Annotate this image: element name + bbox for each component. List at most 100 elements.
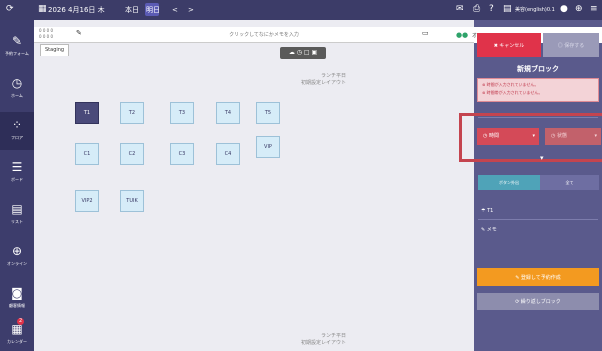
alert-line: ⊗ 時間が入力されていません。 bbox=[482, 81, 594, 89]
menu-icon[interactable]: ≡ bbox=[590, 4, 598, 15]
table-t5[interactable]: T5 bbox=[256, 102, 280, 124]
pencil-icon[interactable]: ✎ bbox=[76, 29, 82, 37]
table-t1[interactable]: T1 bbox=[75, 102, 99, 124]
cloud-icon[interactable]: ☁ bbox=[289, 49, 295, 56]
segment-button-out[interactable]: ボタン外出 bbox=[478, 175, 540, 190]
memo-bar: 0 0 0 0 0 0 0 0 ✎ ▭ bbox=[34, 27, 474, 43]
table-tuik[interactable]: TUIK bbox=[120, 190, 144, 212]
stats-line: 0 0 0 0 bbox=[39, 34, 53, 39]
calendar-icon[interactable]: ▦ bbox=[38, 4, 47, 15]
table-vip[interactable]: VIP bbox=[256, 136, 280, 158]
status-label: 状態 bbox=[556, 133, 567, 139]
calendar-icon: ▦ bbox=[11, 322, 23, 336]
globe-icon[interactable]: ⊕ bbox=[575, 4, 583, 15]
mail-icon[interactable]: ✉ bbox=[456, 4, 464, 15]
layout-note: ランチ平日 初期設定レイアウト bbox=[301, 333, 346, 347]
save-label: 保存する bbox=[564, 42, 585, 49]
top-bar: ⟳ ▦ 2026 4月16日 木 本日 明日 < > ✉ ⎙ ? ▤ 美容(en… bbox=[0, 0, 602, 20]
alert-line: ⊗ 時間帯が入力されていません。 bbox=[482, 89, 594, 97]
tab-staging[interactable]: Staging bbox=[40, 44, 70, 56]
table-t4[interactable]: T4 bbox=[216, 102, 240, 124]
table-row-label: T1 bbox=[487, 208, 494, 214]
sidebar-item-label: リスト bbox=[11, 219, 23, 224]
printer-icon[interactable]: ⎙ bbox=[473, 4, 480, 15]
alert-text: 時間が入力されていません。 bbox=[486, 82, 539, 87]
clock-icon[interactable]: ◷ bbox=[297, 49, 302, 56]
help-icon[interactable]: ? bbox=[489, 4, 494, 15]
edit-icon: ✎ bbox=[11, 34, 23, 48]
store-icon[interactable]: ▤ bbox=[503, 4, 512, 15]
prev-day-button[interactable]: < bbox=[172, 5, 178, 15]
layout-note: ランチ平日 初期設定レイアウト bbox=[301, 73, 346, 87]
repeat-block-button[interactable]: ⟳ 繰り返しブロック bbox=[477, 293, 599, 310]
memo-row[interactable]: ✎ メモ bbox=[481, 226, 497, 234]
layout-note-line: ランチ平日 bbox=[320, 73, 346, 79]
layout-tabs: Staging bbox=[34, 43, 474, 57]
divider bbox=[478, 219, 598, 220]
cancel-button[interactable]: ✖ キャンセル bbox=[477, 33, 541, 57]
panel-title: 新規ブロック bbox=[517, 65, 559, 73]
layout-note-line: 初期設定レイアウト bbox=[300, 340, 346, 346]
current-date[interactable]: 2026 4月16日 木 bbox=[48, 5, 105, 15]
table-vip2[interactable]: VIP2 bbox=[75, 190, 99, 212]
sidebar-item-label: ボード bbox=[11, 177, 23, 182]
sidebar-item-home[interactable]: ◷ ホーム bbox=[0, 70, 34, 108]
sidebar-item-calendar[interactable]: ▦ 2 カレンダー bbox=[0, 316, 34, 351]
sidebar-item-board[interactable]: ☰ ボード bbox=[0, 154, 34, 192]
globe-icon: ⊕ bbox=[11, 244, 23, 258]
sidebar-item-label: カレンダー bbox=[7, 339, 27, 344]
cancel-label: キャンセル bbox=[499, 42, 525, 49]
time-select[interactable]: ◷ 時間 ▾ bbox=[477, 128, 539, 145]
table-row[interactable]: ☂ T1 bbox=[481, 207, 493, 215]
account-icon[interactable]: ● bbox=[560, 4, 568, 15]
sidebar-item-customer[interactable]: ◙ 顧客情報 bbox=[0, 280, 34, 318]
sidebar-item-floor[interactable]: ⁘ フロア bbox=[0, 112, 34, 150]
board-icon: ☰ bbox=[11, 160, 23, 174]
floor-icon: ⁘ bbox=[11, 118, 23, 132]
layout-note-line: ランチ平日 bbox=[320, 333, 346, 339]
sync-icon[interactable]: ⟳ bbox=[6, 4, 14, 15]
create-reservation-button[interactable]: ✎ 登録して予約作成 bbox=[477, 268, 599, 286]
floor-map[interactable]: ランチ平日 初期設定レイアウト T1 T2 T3 T4 T5 C1 C2 C3 … bbox=[34, 57, 474, 351]
clock-icon: ◷ bbox=[11, 76, 23, 90]
sidebar: ✎ 予約フォーム ◷ ホーム ⁘ フロア ☰ ボード ▤ リスト ⊕ オンライン… bbox=[0, 20, 34, 351]
square-icon[interactable]: □ bbox=[304, 49, 310, 56]
table-c1[interactable]: C1 bbox=[75, 143, 99, 165]
memo-input[interactable] bbox=[114, 29, 414, 40]
segment-button-all[interactable]: 全て bbox=[540, 175, 599, 190]
tomorrow-button[interactable]: 明日 bbox=[146, 5, 160, 15]
table-t3[interactable]: T3 bbox=[170, 102, 194, 124]
sidebar-item-reservation-form[interactable]: ✎ 予約フォーム bbox=[0, 28, 34, 66]
caret-down-icon: ▾ bbox=[594, 133, 597, 139]
reservation-stats: 0 0 0 0 0 0 0 0 bbox=[39, 28, 53, 40]
monitor-icon[interactable]: ▭ bbox=[422, 29, 429, 37]
status-select[interactable]: ◷ 状態 ▾ bbox=[545, 128, 601, 145]
memo-row-label: メモ bbox=[486, 227, 497, 233]
sidebar-item-online[interactable]: ⊕ オンライン bbox=[0, 238, 34, 276]
caret-down-icon: ▾ bbox=[532, 133, 535, 139]
sidebar-item-label: 顧客情報 bbox=[9, 303, 25, 308]
table-t2[interactable]: T2 bbox=[120, 102, 144, 124]
user-name[interactable]: 美容(english)0.1 bbox=[515, 5, 555, 15]
validation-alert: ⊗ 時間が入力されていません。 ⊗ 時間帯が入力されていません。 bbox=[477, 78, 599, 102]
table-c3[interactable]: C3 bbox=[170, 143, 194, 165]
repeat-label: 繰り返しブロック bbox=[520, 299, 561, 305]
sidebar-item-list[interactable]: ▤ リスト bbox=[0, 196, 34, 234]
alert-text: 時間帯が入力されていません。 bbox=[486, 90, 543, 95]
next-day-button[interactable]: > bbox=[188, 5, 194, 15]
today-button[interactable]: 本日 bbox=[125, 5, 139, 15]
layout-note-line: 初期設定レイアウト bbox=[300, 80, 346, 86]
expand-icon[interactable]: ▾ bbox=[540, 154, 544, 162]
floor-toolbar[interactable]: ☁ ◷ □ ▣ bbox=[280, 47, 326, 59]
lock-icon[interactable]: ▣ bbox=[312, 49, 318, 56]
list-icon: ▤ bbox=[11, 202, 23, 216]
table-c2[interactable]: C2 bbox=[120, 143, 144, 165]
create-label: 登録して予約作成 bbox=[520, 274, 561, 281]
online-check-icon: ● bbox=[462, 31, 469, 39]
table-c4[interactable]: C4 bbox=[216, 143, 240, 165]
time-label: 時間 bbox=[488, 133, 499, 139]
customer-icon: ◙ bbox=[11, 286, 23, 300]
sidebar-item-label: フロア bbox=[11, 135, 23, 140]
save-button[interactable]: ◎ 保存する bbox=[543, 33, 599, 57]
sidebar-item-label: オンライン bbox=[7, 261, 27, 266]
